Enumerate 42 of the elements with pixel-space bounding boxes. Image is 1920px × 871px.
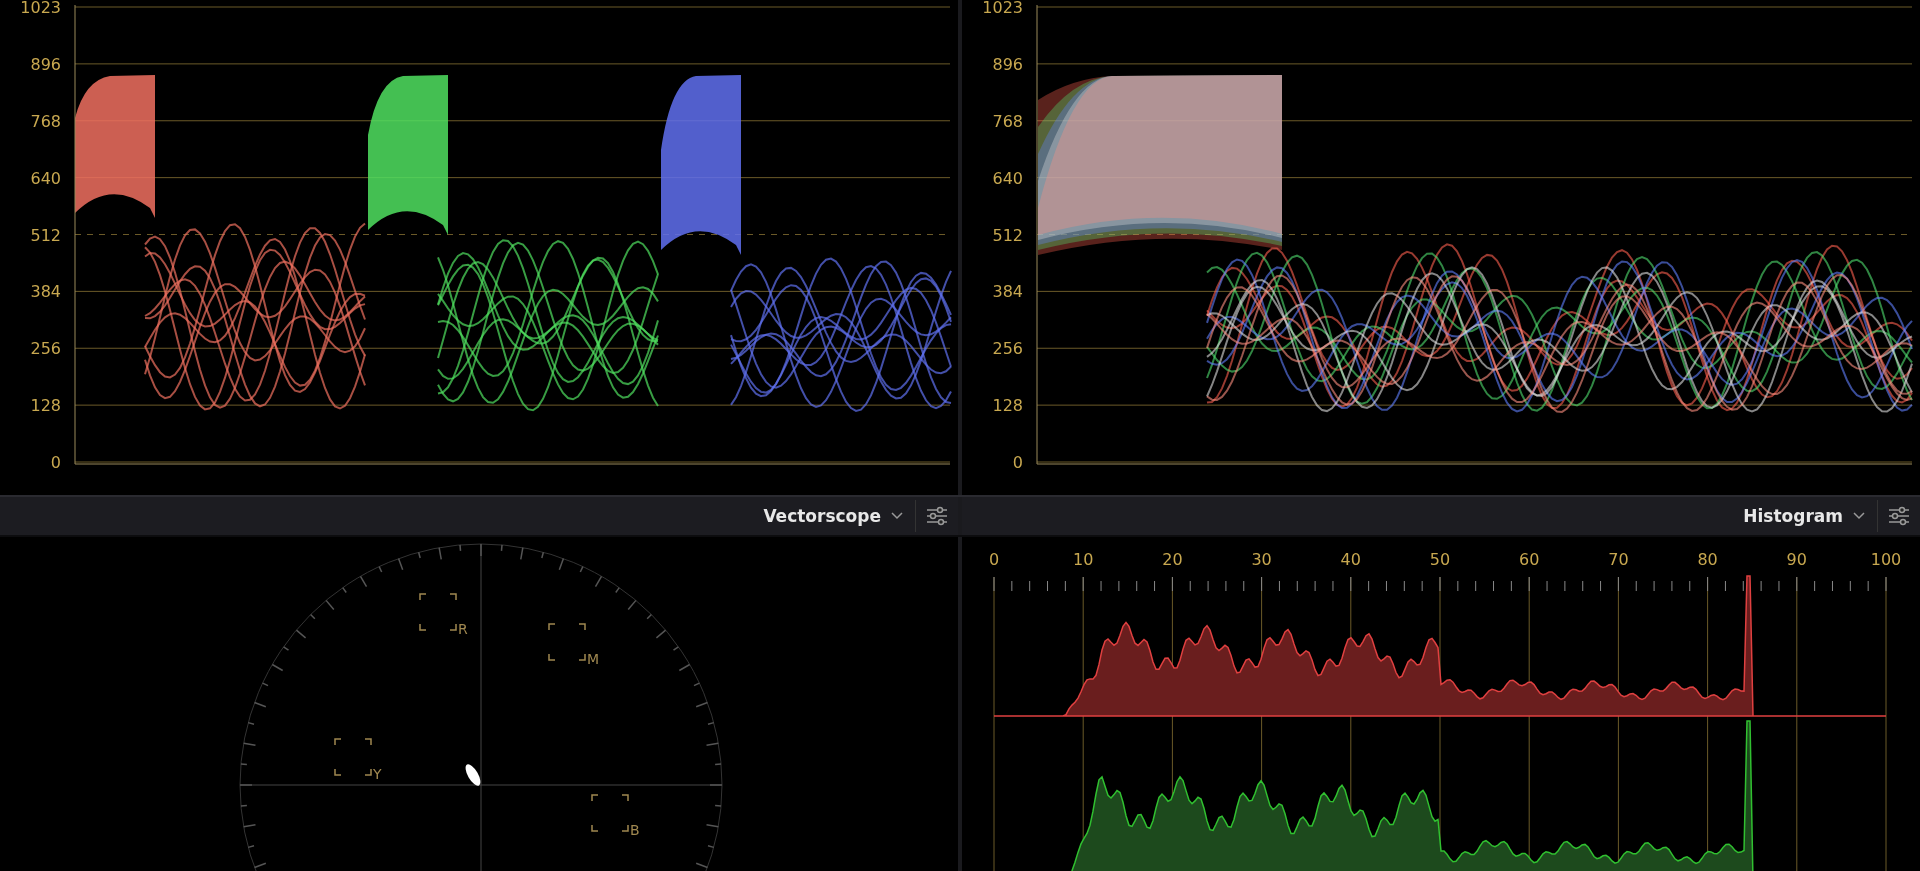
axis-label: 640 <box>30 168 61 188</box>
target-label: R <box>458 621 468 637</box>
axis-label: 896 <box>30 54 61 74</box>
scope-dropdown[interactable]: Vectorscope <box>751 502 915 530</box>
chevron-icon <box>891 512 903 520</box>
axis-label: 128 <box>992 396 1023 416</box>
axis-label: 768 <box>30 111 61 131</box>
axis-label: 40 <box>1340 550 1361 569</box>
axis-label: 50 <box>1429 550 1451 569</box>
axis-label: 384 <box>992 282 1023 302</box>
axis-label: 896 <box>992 54 1023 74</box>
axis-label: 1023 <box>20 0 61 17</box>
axis-label: 0 <box>1012 453 1023 472</box>
target-label: Y <box>373 766 382 782</box>
axis-label: 512 <box>992 225 1023 245</box>
axis-label: 100 <box>1870 550 1902 569</box>
signal-trace <box>465 764 481 786</box>
axis-label: 10 <box>1073 550 1094 569</box>
axis-label: 256 <box>992 339 1023 359</box>
target-icon <box>548 623 586 661</box>
scope-dropdown[interactable]: Histogram <box>1731 502 1877 530</box>
axis-label: 0 <box>50 453 61 472</box>
target-icon <box>591 794 629 832</box>
target-label: M <box>587 651 600 667</box>
target-icon <box>419 593 457 631</box>
target-label: B <box>630 822 640 838</box>
axis-label: 0 <box>988 550 1000 569</box>
axis-label: 80 <box>1697 550 1718 569</box>
axis-label: 70 <box>1608 550 1629 569</box>
axis-label: 30 <box>1251 550 1272 569</box>
axis-label: 1023 <box>982 0 1023 17</box>
axis-label: 128 <box>30 396 61 416</box>
axis-label: 640 <box>992 168 1023 188</box>
target-icon <box>334 738 372 776</box>
axis-label: 768 <box>992 111 1023 131</box>
chevron-icon <box>1853 512 1865 520</box>
axis-label: 90 <box>1786 550 1807 569</box>
axis-label: 384 <box>30 282 61 302</box>
axis-label: 20 <box>1162 550 1183 569</box>
axis-label: 256 <box>30 339 61 359</box>
axis-label: 60 <box>1519 550 1540 569</box>
axis-label: 512 <box>30 225 61 245</box>
